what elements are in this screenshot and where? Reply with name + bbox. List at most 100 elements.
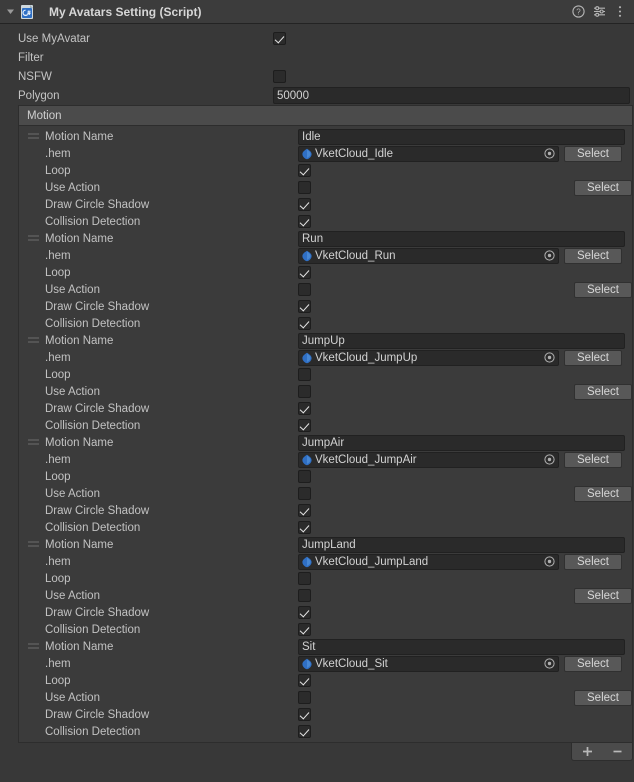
loop-checkbox[interactable] xyxy=(298,266,311,279)
use-action-checkbox[interactable] xyxy=(298,181,311,194)
drag-handle-icon[interactable] xyxy=(28,541,39,548)
use-action-select-button[interactable]: Select xyxy=(574,689,632,706)
use-action-select-button[interactable]: Select xyxy=(574,485,632,502)
motion-collision-detection-row: Collision Detection xyxy=(19,621,632,638)
preset-icon[interactable] xyxy=(591,4,607,20)
loop-checkbox[interactable] xyxy=(298,164,311,177)
loop-checkbox[interactable] xyxy=(298,368,311,381)
loop-label: Loop xyxy=(45,674,71,687)
loop-checkbox[interactable] xyxy=(298,470,311,483)
motion-name-input[interactable]: JumpUp xyxy=(298,332,625,349)
motion-name-input[interactable]: Sit xyxy=(298,638,625,655)
motion-name-label: Motion Name xyxy=(19,131,298,143)
collision-detection-checkbox[interactable] xyxy=(298,623,311,636)
polygon-label: Polygon xyxy=(18,89,60,102)
motion-element-4: Motion Name JumpLand xyxy=(19,536,632,553)
use-action-checkbox[interactable] xyxy=(298,385,311,398)
drag-handle-icon[interactable] xyxy=(28,337,39,344)
motion-name-input[interactable]: JumpLand xyxy=(298,536,625,553)
hem-object-field[interactable]: VketCloud_Idle xyxy=(298,145,559,162)
filter-label: Filter xyxy=(18,51,44,64)
collision-detection-checkbox[interactable] xyxy=(298,419,311,432)
motion-draw-circle-shadow-row: Draw Circle Shadow xyxy=(19,604,632,621)
loop-label: Loop xyxy=(45,470,71,483)
draw-circle-shadow-label: Draw Circle Shadow xyxy=(45,708,150,721)
hem-select-button[interactable]: Select xyxy=(564,247,622,264)
nsfw-checkbox[interactable] xyxy=(273,70,286,83)
motion-collision-detection-row: Collision Detection xyxy=(19,315,632,332)
collision-detection-label: Collision Detection xyxy=(45,521,141,534)
use-my-avatar-checkbox[interactable] xyxy=(273,32,286,45)
hem-select-button[interactable]: Select xyxy=(564,655,622,672)
draw-circle-shadow-checkbox[interactable] xyxy=(298,198,311,211)
hem-select-button[interactable]: Select xyxy=(564,145,622,162)
property-row-filter: Filter xyxy=(0,48,634,67)
help-icon[interactable]: ? xyxy=(570,4,586,20)
draw-circle-shadow-checkbox[interactable] xyxy=(298,504,311,517)
motion-loop-row: Loop xyxy=(19,570,632,587)
property-row-polygon: Polygon 50000 xyxy=(0,86,634,105)
use-action-select-button[interactable]: Select xyxy=(574,281,632,298)
remove-motion-button[interactable] xyxy=(605,744,629,760)
use-action-select-button[interactable]: Select xyxy=(574,179,632,196)
draw-circle-shadow-checkbox[interactable] xyxy=(298,708,311,721)
object-picker-icon[interactable] xyxy=(543,657,556,670)
motion-name-input[interactable]: Idle xyxy=(298,128,625,145)
collision-detection-checkbox[interactable] xyxy=(298,521,311,534)
animation-clip-icon xyxy=(302,250,312,261)
collision-detection-checkbox[interactable] xyxy=(298,725,311,738)
hem-label: .hem xyxy=(45,657,71,670)
collision-detection-label: Collision Detection xyxy=(45,215,141,228)
motion-name-label-text: Motion Name xyxy=(45,436,114,449)
drag-handle-icon[interactable] xyxy=(28,643,39,650)
animation-clip-icon xyxy=(302,658,312,669)
motion-name-input[interactable]: Run xyxy=(298,230,625,247)
hem-object-field[interactable]: VketCloud_JumpAir xyxy=(298,451,559,468)
property-row-use-my-avatar: Use MyAvatar xyxy=(0,29,634,48)
hem-object-field[interactable]: VketCloud_JumpLand xyxy=(298,553,559,570)
use-action-checkbox[interactable] xyxy=(298,487,311,500)
hem-object-name: VketCloud_Sit xyxy=(315,657,388,670)
hem-object-field[interactable]: VketCloud_JumpUp xyxy=(298,349,559,366)
object-picker-icon[interactable] xyxy=(543,555,556,568)
use-action-checkbox[interactable] xyxy=(298,283,311,296)
draw-circle-shadow-checkbox[interactable] xyxy=(298,606,311,619)
collision-detection-label: Collision Detection xyxy=(45,725,141,738)
hem-select-button[interactable]: Select xyxy=(564,451,622,468)
triangle-down-icon[interactable] xyxy=(4,5,17,18)
drag-handle-icon[interactable] xyxy=(28,133,39,140)
collision-detection-label: Collision Detection xyxy=(45,419,141,432)
hem-select-button[interactable]: Select xyxy=(564,553,622,570)
motion-collision-detection-row: Collision Detection xyxy=(19,213,632,230)
collision-detection-checkbox[interactable] xyxy=(298,317,311,330)
collision-detection-checkbox[interactable] xyxy=(298,215,311,228)
use-action-select-button[interactable]: Select xyxy=(574,383,632,400)
svg-text:?: ? xyxy=(576,8,581,17)
draw-circle-shadow-checkbox[interactable] xyxy=(298,402,311,415)
motion-use-action-row: Use Action Select xyxy=(19,485,632,502)
loop-checkbox[interactable] xyxy=(298,674,311,687)
animation-clip-icon xyxy=(302,148,312,159)
motion-name-input[interactable]: JumpAir xyxy=(298,434,625,451)
object-picker-icon[interactable] xyxy=(543,351,556,364)
object-picker-icon[interactable] xyxy=(543,147,556,160)
hem-select-button[interactable]: Select xyxy=(564,349,622,366)
polygon-input[interactable]: 50000 xyxy=(273,87,630,104)
loop-label: Loop xyxy=(45,164,71,177)
add-motion-button[interactable] xyxy=(575,744,599,760)
use-action-select-button[interactable]: Select xyxy=(574,587,632,604)
object-picker-icon[interactable] xyxy=(543,249,556,262)
hem-object-field[interactable]: VketCloud_Sit xyxy=(298,655,559,672)
draw-circle-shadow-checkbox[interactable] xyxy=(298,300,311,313)
motion-hem-row: .hem VketCloud_Idle Select xyxy=(19,145,632,162)
drag-handle-icon[interactable] xyxy=(28,439,39,446)
use-action-label: Use Action xyxy=(45,181,100,194)
use-action-checkbox[interactable] xyxy=(298,589,311,602)
use-action-checkbox[interactable] xyxy=(298,691,311,704)
drag-handle-icon[interactable] xyxy=(28,235,39,242)
loop-checkbox[interactable] xyxy=(298,572,311,585)
hem-object-field[interactable]: VketCloud_Run xyxy=(298,247,559,264)
object-picker-icon[interactable] xyxy=(543,453,556,466)
kebab-menu-icon[interactable] xyxy=(612,4,628,20)
component-header: My Avatars Setting (Script) ? xyxy=(0,0,634,24)
